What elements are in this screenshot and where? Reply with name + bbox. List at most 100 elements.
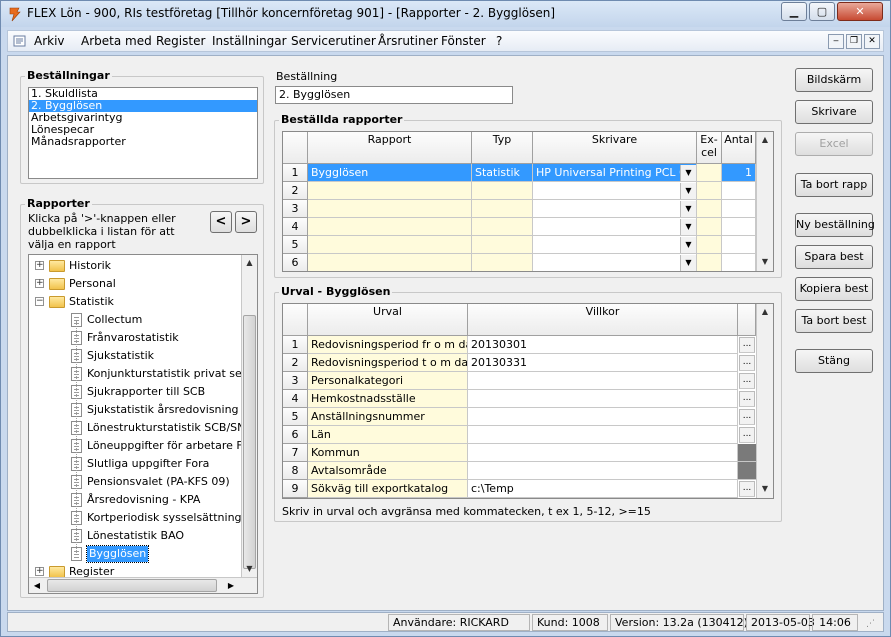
tree-folder-label[interactable]: Historik: [69, 257, 111, 275]
tree-expander-icon[interactable]: −: [35, 297, 44, 306]
tree-report-item[interactable]: Sjukrapporter till SCB: [87, 383, 205, 401]
scroll-up-arrow-icon[interactable]: ▲: [757, 304, 773, 320]
cell-villkor[interactable]: [468, 372, 738, 390]
scroll-left-arrow-icon[interactable]: ◀: [29, 578, 45, 593]
excel-button[interactable]: Excel: [795, 132, 873, 156]
cell-antal[interactable]: [722, 182, 756, 200]
cell-villkor[interactable]: 20130301: [468, 336, 738, 354]
cell-excel[interactable]: [697, 164, 722, 182]
menu-arbeta-med[interactable]: Arbeta med: [81, 34, 152, 48]
scroll-down-arrow-icon[interactable]: ▼: [242, 561, 257, 577]
cell-antal[interactable]: [722, 200, 756, 218]
col-header-excel[interactable]: Ex- cel: [697, 132, 722, 164]
minimize-button[interactable]: ▁: [781, 2, 807, 21]
cell-excel[interactable]: [697, 200, 722, 218]
printer-dropdown-icon[interactable]: ▼: [680, 255, 696, 271]
urval-grid[interactable]: Urval Villkor 1 Redovisningsperiod fr o m…: [282, 303, 774, 499]
cell-typ[interactable]: [472, 182, 533, 200]
document-icon[interactable]: [13, 34, 27, 48]
kopiera-best-button[interactable]: Kopiera best: [795, 277, 873, 301]
menu-help[interactable]: ?: [496, 34, 502, 48]
printer-dropdown-icon[interactable]: ▼: [680, 237, 696, 253]
bestallningar-list[interactable]: 1. Skuldlista 2. Bygglösen Arbetsgivarin…: [28, 87, 258, 179]
bestallda-vertical-scrollbar[interactable]: ▲ ▼: [756, 132, 773, 271]
tree-report-item[interactable]: Löneuppgifter för arbetare Fora: [87, 437, 257, 455]
tree-expander-icon[interactable]: +: [35, 567, 44, 576]
tree-report-item[interactable]: Sjukstatistik årsredovisning: [87, 401, 239, 419]
printer-dropdown-icon[interactable]: ▼: [680, 219, 696, 235]
cell-typ[interactable]: Statistik: [472, 164, 533, 182]
tree-report-item[interactable]: Bygglösen: [85, 545, 150, 563]
cell-rapport[interactable]: [308, 236, 472, 254]
maximize-button[interactable]: ▢: [809, 2, 835, 21]
lookup-button[interactable]: ...: [739, 481, 755, 497]
bildskarm-button[interactable]: Bildskärm: [795, 68, 873, 92]
cell-typ[interactable]: [472, 218, 533, 236]
cell-antal[interactable]: [722, 218, 756, 236]
tree-report-item[interactable]: Slutliga uppgifter Fora: [87, 455, 209, 473]
ny-bestallning-button[interactable]: Ny beställning: [795, 213, 875, 237]
cell-antal[interactable]: [722, 254, 756, 271]
tree-vertical-scrollbar[interactable]: ▲ ▼: [241, 255, 257, 577]
menu-fonster[interactable]: Fönster: [441, 34, 486, 48]
tree-expander-icon[interactable]: +: [35, 279, 44, 288]
menu-installningar[interactable]: Inställningar: [212, 34, 287, 48]
skrivare-button[interactable]: Skrivare: [795, 100, 873, 124]
scroll-down-arrow-icon[interactable]: ▼: [757, 481, 773, 497]
lookup-button[interactable]: ...: [739, 391, 755, 407]
tree-report-item[interactable]: Collectum: [87, 311, 142, 329]
scroll-thumb[interactable]: [243, 315, 256, 569]
horizontal-scroll-thumb[interactable]: [47, 579, 217, 592]
tree-report-item[interactable]: Lönestatistik BAO: [87, 527, 184, 545]
cell-skrivare[interactable]: [533, 254, 697, 271]
scroll-down-arrow-icon[interactable]: ▼: [757, 254, 773, 270]
menu-arsrutiner[interactable]: Årsrutiner: [378, 34, 438, 48]
scroll-up-arrow-icon[interactable]: ▲: [757, 132, 773, 148]
cell-villkor[interactable]: [468, 408, 738, 426]
mdi-minimize-button[interactable]: ‒: [828, 34, 844, 49]
cell-villkor[interactable]: [468, 444, 738, 462]
tree-horizontal-scrollbar[interactable]: ◀ ▶: [29, 577, 257, 593]
previous-report-button[interactable]: <: [210, 211, 232, 233]
close-button[interactable]: ✕: [837, 2, 883, 21]
mdi-close-button[interactable]: ✕: [864, 34, 880, 49]
tree-report-item[interactable]: Lönestrukturstatistik SCB/SN: [87, 419, 245, 437]
ta-bort-rapp-button[interactable]: Ta bort rapp: [795, 173, 873, 197]
tree-report-item[interactable]: Sjukstatistik: [87, 347, 154, 365]
tree-report-item[interactable]: Pensionsvalet (PA-KFS 09): [87, 473, 230, 491]
scroll-right-arrow-icon[interactable]: ▶: [223, 578, 239, 593]
mdi-restore-button[interactable]: ❐: [846, 34, 862, 49]
spara-best-button[interactable]: Spara best: [795, 245, 873, 269]
col-header-typ[interactable]: Typ: [472, 132, 533, 164]
col-header-rapport[interactable]: Rapport: [308, 132, 472, 164]
cell-typ[interactable]: [472, 254, 533, 271]
stang-button[interactable]: Stäng: [795, 349, 873, 373]
cell-rapport[interactable]: Bygglösen: [308, 164, 472, 182]
ta-bort-best-button[interactable]: Ta bort best: [795, 309, 873, 333]
col-header-antal[interactable]: Antal: [722, 132, 756, 164]
cell-excel[interactable]: [697, 218, 722, 236]
tree-report-item[interactable]: Kortperiodisk sysselsättningsstatistik: [87, 509, 257, 527]
cell-antal[interactable]: [722, 236, 756, 254]
col-header-urval[interactable]: Urval: [308, 304, 468, 336]
bestallda-grid[interactable]: Rapport Typ Skrivare Ex- cel Antal 1 Bygg…: [282, 131, 774, 272]
cell-rapport[interactable]: [308, 218, 472, 236]
select-report-button[interactable]: >: [235, 211, 257, 233]
cell-villkor[interactable]: [468, 462, 738, 480]
cell-excel[interactable]: [697, 182, 722, 200]
menu-arkiv[interactable]: Arkiv: [34, 34, 65, 48]
lookup-button[interactable]: ...: [739, 355, 755, 371]
scroll-up-arrow-icon[interactable]: ▲: [242, 255, 257, 271]
cell-rapport[interactable]: [308, 254, 472, 271]
tree-folder-label[interactable]: Statistik: [69, 293, 114, 311]
cell-excel[interactable]: [697, 236, 722, 254]
printer-dropdown-icon[interactable]: ▼: [680, 183, 696, 199]
list-item[interactable]: Månadsrapporter: [29, 136, 257, 148]
cell-excel[interactable]: [697, 254, 722, 271]
cell-skrivare[interactable]: [533, 200, 697, 218]
title-bar[interactable]: FLEX Lön - 900, RIs testföretag [Tillhör…: [1, 1, 890, 27]
cell-skrivare[interactable]: HP Universal Printing PCL 6 (v: [533, 164, 697, 182]
cell-rapport[interactable]: [308, 200, 472, 218]
cell-villkor[interactable]: c:\Temp: [468, 480, 738, 498]
lookup-button[interactable]: ...: [739, 373, 755, 389]
